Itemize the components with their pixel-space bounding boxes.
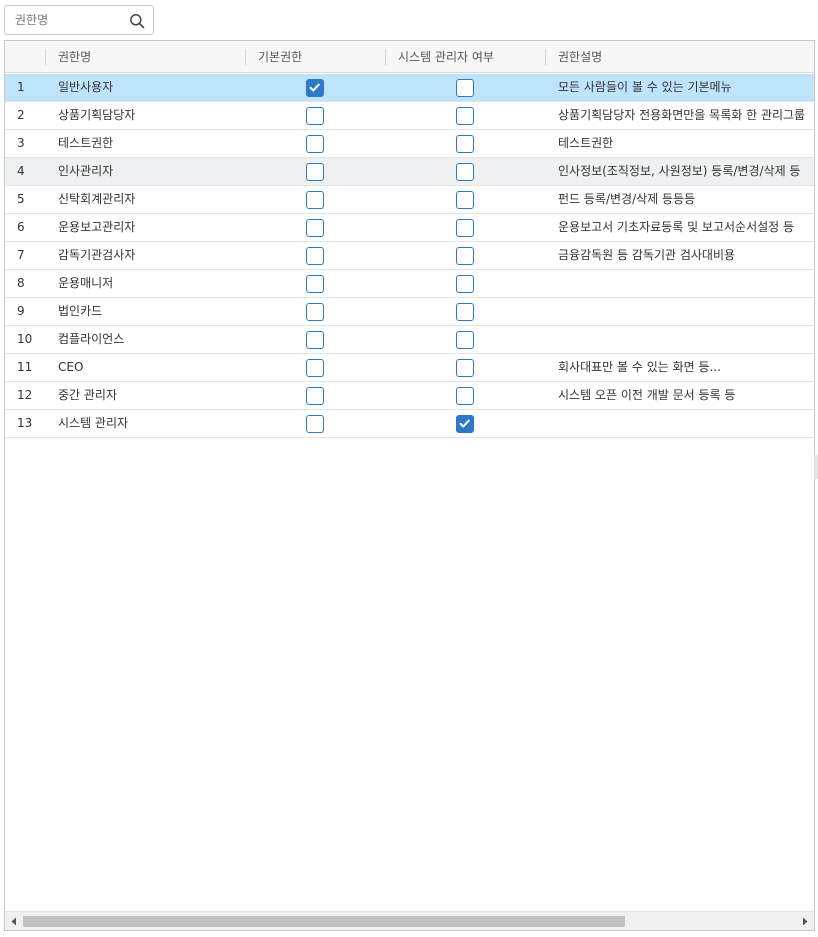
basic-permission-checkbox[interactable] — [306, 359, 324, 377]
basic-permission-checkbox[interactable] — [306, 191, 324, 209]
permission-description: 인사정보(조직정보, 사원정보) 등록/변경/삭제 등 — [558, 164, 801, 178]
permission-name: 신탁회계관리자 — [58, 192, 136, 206]
permission-description: 펀드 등록/변경/삭제 등등등 — [558, 192, 696, 206]
permission-description — [558, 326, 814, 353]
permission-description: 시스템 오픈 이전 개발 문서 등록 등 — [558, 388, 736, 402]
header-separator — [245, 49, 246, 65]
row-number: 11 — [17, 360, 33, 374]
permission-grid: 권한명 기본권한 시스템 관리자 여부 권한설명 1 일반사용자 모든 사람들이 볼… — [4, 40, 815, 931]
system-admin-checkbox[interactable] — [456, 219, 474, 237]
basic-permission-checkbox[interactable] — [306, 387, 324, 405]
table-row[interactable]: 9 법인카드 — [5, 298, 814, 326]
table-row[interactable]: 3 테스트권한 테스트권한 — [5, 130, 814, 158]
basic-permission-checkbox[interactable] — [306, 303, 324, 321]
row-number: 12 — [17, 388, 33, 402]
row-number: 13 — [17, 416, 33, 430]
row-number: 9 — [17, 304, 25, 318]
system-admin-checkbox[interactable] — [456, 247, 474, 265]
search-box[interactable] — [4, 5, 154, 35]
system-admin-checkbox[interactable] — [456, 387, 474, 405]
row-number: 2 — [17, 108, 25, 122]
system-admin-checkbox[interactable] — [456, 163, 474, 181]
arrow-right-icon[interactable] — [801, 917, 809, 926]
basic-permission-checkbox[interactable] — [306, 331, 324, 349]
header-separator — [545, 49, 546, 65]
system-admin-checkbox[interactable] — [456, 415, 474, 433]
header-separator — [45, 49, 46, 65]
system-admin-checkbox[interactable] — [456, 359, 474, 377]
permission-name: 인사관리자 — [58, 164, 114, 178]
basic-permission-checkbox[interactable] — [306, 79, 324, 97]
basic-permission-checkbox[interactable] — [306, 275, 324, 293]
search-input[interactable] — [11, 10, 121, 30]
table-row[interactable]: 2 상품기획담당자 상품기획담당자 전용화면만을 목록화 한 관리그룹 — [5, 102, 814, 130]
permission-name: 법인카드 — [58, 304, 103, 318]
column-header-name[interactable]: 권한명 — [58, 41, 91, 73]
checkmark-icon — [309, 83, 320, 92]
grid-header: 권한명 기본권한 시스템 관리자 여부 권한설명 — [5, 41, 814, 73]
table-row[interactable]: 11 CEO 회사대표만 볼 수 있는 화면 등... — [5, 354, 814, 382]
table-row[interactable]: 1 일반사용자 모든 사람들이 볼 수 있는 기본메뉴 — [5, 74, 814, 102]
permission-name: 운용매니저 — [58, 276, 114, 290]
system-admin-checkbox[interactable] — [456, 107, 474, 125]
permission-name: 중간 관리자 — [58, 388, 118, 402]
basic-permission-checkbox[interactable] — [306, 415, 324, 433]
table-row[interactable]: 6 운용보고관리자 운용보고서 기초자료등록 및 보고서순서설정 등 — [5, 214, 814, 242]
column-header-basic[interactable]: 기본권한 — [258, 41, 302, 73]
permission-name: 상품기획담당자 — [58, 108, 136, 122]
column-header-desc[interactable]: 권한설명 — [558, 41, 602, 73]
permission-description — [558, 298, 814, 325]
row-number: 5 — [17, 192, 25, 206]
scrollbar-thumb[interactable] — [23, 916, 625, 927]
system-admin-checkbox[interactable] — [456, 135, 474, 153]
row-number: 6 — [17, 220, 25, 234]
permission-name: CEO — [58, 360, 84, 374]
table-row[interactable]: 7 감독기관검사자 금융감독원 등 감독기관 검사대비용 — [5, 242, 814, 270]
system-admin-checkbox[interactable] — [456, 331, 474, 349]
system-admin-checkbox[interactable] — [456, 303, 474, 321]
basic-permission-checkbox[interactable] — [306, 219, 324, 237]
row-number: 3 — [17, 136, 25, 150]
row-number: 7 — [17, 248, 25, 262]
permission-name: 시스템 관리자 — [58, 416, 129, 430]
table-row[interactable]: 4 인사관리자 인사정보(조직정보, 사원정보) 등록/변경/삭제 등 — [5, 158, 814, 186]
table-row[interactable]: 12 중간 관리자 시스템 오픈 이전 개발 문서 등록 등 — [5, 382, 814, 410]
column-header-system[interactable]: 시스템 관리자 여부 — [398, 41, 494, 73]
permission-name: 일반사용자 — [58, 80, 114, 94]
permission-description: 테스트권한 — [558, 136, 614, 150]
search-icon[interactable] — [129, 13, 145, 29]
table-row[interactable]: 5 신탁회계관리자 펀드 등록/변경/삭제 등등등 — [5, 186, 814, 214]
row-number: 10 — [17, 332, 33, 346]
permission-name: 감독기관검사자 — [58, 248, 136, 262]
permission-name: 운용보고관리자 — [58, 220, 136, 234]
table-row[interactable]: 8 운용매니저 — [5, 270, 814, 298]
basic-permission-checkbox[interactable] — [306, 135, 324, 153]
basic-permission-checkbox[interactable] — [306, 247, 324, 265]
permission-description: 금융감독원 등 감독기관 검사대비용 — [558, 248, 736, 262]
basic-permission-checkbox[interactable] — [306, 107, 324, 125]
system-admin-checkbox[interactable] — [456, 79, 474, 97]
checkmark-icon — [459, 419, 470, 428]
permission-description: 운용보고서 기초자료등록 및 보고서순서설정 등 — [558, 220, 795, 234]
permission-description — [558, 270, 814, 297]
row-number: 1 — [17, 80, 25, 94]
horizontal-scrollbar[interactable] — [5, 911, 814, 930]
vertical-scrollbar-edge — [814, 455, 818, 479]
permission-description: 회사대표만 볼 수 있는 화면 등... — [558, 360, 721, 374]
system-admin-checkbox[interactable] — [456, 275, 474, 293]
permission-name: 컴플라이언스 — [58, 332, 125, 346]
arrow-left-icon[interactable] — [10, 917, 18, 926]
table-row[interactable]: 13 시스템 관리자 — [5, 410, 814, 438]
permission-name: 테스트권한 — [58, 136, 114, 150]
system-admin-checkbox[interactable] — [456, 191, 474, 209]
row-number: 4 — [17, 164, 25, 178]
row-number: 8 — [17, 276, 25, 290]
permission-description: 상품기획담당자 전용화면만을 목록화 한 관리그룹 — [558, 108, 806, 122]
permission-description — [558, 410, 814, 437]
basic-permission-checkbox[interactable] — [306, 163, 324, 181]
table-row[interactable]: 10 컴플라이언스 — [5, 326, 814, 354]
permission-description: 모든 사람들이 볼 수 있는 기본메뉴 — [558, 80, 732, 94]
header-separator — [385, 49, 386, 65]
